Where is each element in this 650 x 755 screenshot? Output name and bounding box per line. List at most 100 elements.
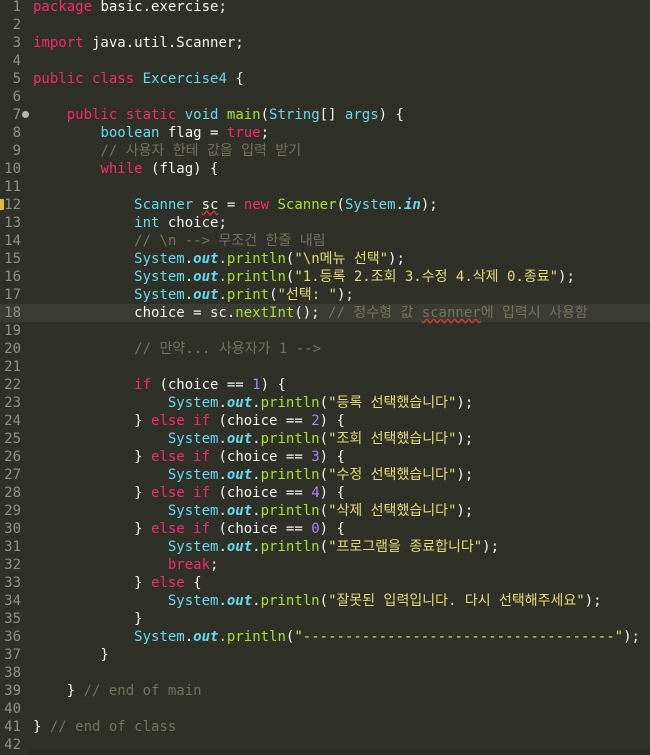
code-text: import java.util.Scanner; [33,34,244,52]
code-token: (choice == [210,521,312,537]
code-token: . [252,503,261,519]
code-token: in [403,197,421,213]
line-number: 26 [4,449,21,465]
code-text: System.out.println("1.등록 2.조회 3.수정 4.삭제 … [33,268,575,286]
code-line[interactable]: 14 // \n --> 무조건 한줄 내림 [0,232,650,250]
code-line[interactable]: 41} // end of class [0,718,650,736]
code-line[interactable]: 5 public class Excercise4 { [0,70,650,88]
code-token: ); [482,539,500,555]
code-line[interactable]: 32 break; [0,556,650,574]
line-number: 33 [4,575,21,591]
horizontal-scrollbar[interactable] [28,749,650,755]
code-token: out [226,503,253,519]
code-text: } else if (choice == 2) { [33,412,345,430]
code-line[interactable]: 21 [0,358,650,376]
code-line[interactable]: 1 package basic.exercise; [0,0,650,16]
code-line[interactable]: 8 boolean flag = true; [0,124,650,142]
code-token: ( [269,287,278,303]
line-number: 13 [4,215,21,231]
code-token: } [33,521,152,537]
code-line[interactable]: 36 System.out.println("-----------------… [0,628,650,646]
code-text: // 사용자 한테 값을 입력 받기 [33,142,301,160]
code-token: . [218,287,227,303]
code-line[interactable]: 34 System.out.println("잘못된 입력입니다. 다시 선택해… [0,592,650,610]
code-token: (choice == [151,377,253,393]
code-line[interactable]: 39 } // end of main [0,682,650,700]
code-line[interactable]: 28 } else if (choice == 4) { [0,484,650,502]
code-line[interactable]: 2 [0,16,650,34]
code-line[interactable]: 17 System.out.print("선택: "); [0,286,650,304]
code-token: ) { [319,413,345,429]
code-line[interactable]: 26 } else if (choice == 3) { [0,448,650,466]
code-token: break [167,557,211,573]
code-line[interactable]: 19 [0,322,650,340]
code-line[interactable]: 16 System.out.println("1.등록 2.조회 3.수정 4.… [0,268,650,286]
code-line[interactable]: 37 } [0,646,650,664]
code-token: 에 입력시 사용함 [480,305,588,321]
code-line[interactable]: 9 // 사용자 한테 값을 입력 받기 [0,142,650,160]
code-token: else if [151,521,211,537]
code-token: { [226,71,244,87]
line-number: 1 [12,0,21,15]
code-text: System.out.println("\n메뉴 선택"); [33,250,405,268]
code-text: } [33,646,108,664]
code-line[interactable]: 18 choice = sc.nextInt(); // 정수형 값 scann… [0,304,650,322]
code-line[interactable]: 22 if (choice == 1) { [0,376,650,394]
code-line[interactable]: 20 // 만약... 사용자가 1 --> [0,340,650,358]
code-line[interactable]: 7 public static void main(String[] args)… [0,106,650,124]
code-line[interactable]: 29 System.out.println("삭제 선택했습니다"); [0,502,650,520]
code-line[interactable]: 27 System.out.println("수정 선택했습니다"); [0,466,650,484]
code-token: // 사용자 한테 값을 입력 받기 [100,143,302,159]
code-line[interactable]: 15 System.out.println("\n메뉴 선택"); [0,250,650,268]
code-token: } [33,719,50,735]
code-line[interactable]: 10 while (flag) { [0,160,650,178]
code-token: "-------------------------------------" [294,629,624,645]
line-number: 11 [4,179,21,195]
code-token: System [167,431,219,447]
code-line[interactable]: 12 Scanner sc = new Scanner(System.in); [0,196,650,214]
code-line[interactable]: 25 System.out.println("조회 선택했습니다"); [0,430,650,448]
code-text: System.out.println("삭제 선택했습니다"); [33,502,473,520]
line-number: 19 [4,323,21,339]
line-number: 18 [4,305,21,321]
line-number: 10 [4,161,21,177]
code-token: args [344,107,379,123]
code-token: . [218,503,227,519]
code-editor[interactable]: 1 package basic.exercise; 2 3 import java.ut… [0,0,650,755]
code-token: scanner [421,305,481,321]
fold-collapse-icon[interactable] [22,111,29,118]
code-token: println [260,395,320,411]
code-line[interactable]: 33 } else { [0,574,650,592]
code-line[interactable]: 11 [0,178,650,196]
code-token: 2 [311,413,320,429]
code-line[interactable]: 4 [0,52,650,70]
code-line[interactable]: 23 System.out.println("등록 선택했습니다"); [0,394,650,412]
code-line[interactable]: 38 [0,664,650,682]
code-line[interactable]: 3 import java.util.Scanner; [0,34,650,52]
code-token: System [134,287,185,303]
code-token: out [193,269,219,285]
code-line[interactable]: 35 } [0,610,650,628]
code-token: choice; [159,215,227,231]
code-token: nextInt [235,305,295,321]
line-number: 31 [4,539,21,555]
line-number: 6 [12,89,21,105]
code-line[interactable]: 40 [0,700,650,718]
code-line[interactable]: 6 [0,88,650,106]
line-number: 24 [4,413,21,429]
code-token: . [218,467,227,483]
code-text: break; [33,556,219,574]
code-line[interactable]: 13 int choice; [0,214,650,232]
code-line[interactable]: 31 System.out.println("프로그램을 종료합니다"); [0,538,650,556]
code-line[interactable]: 24 } else if (choice == 2) { [0,412,650,430]
code-line[interactable]: 30 } else if (choice == 0) { [0,520,650,538]
code-token: // 정수형 값 [328,305,422,321]
code-token: . [184,251,194,267]
